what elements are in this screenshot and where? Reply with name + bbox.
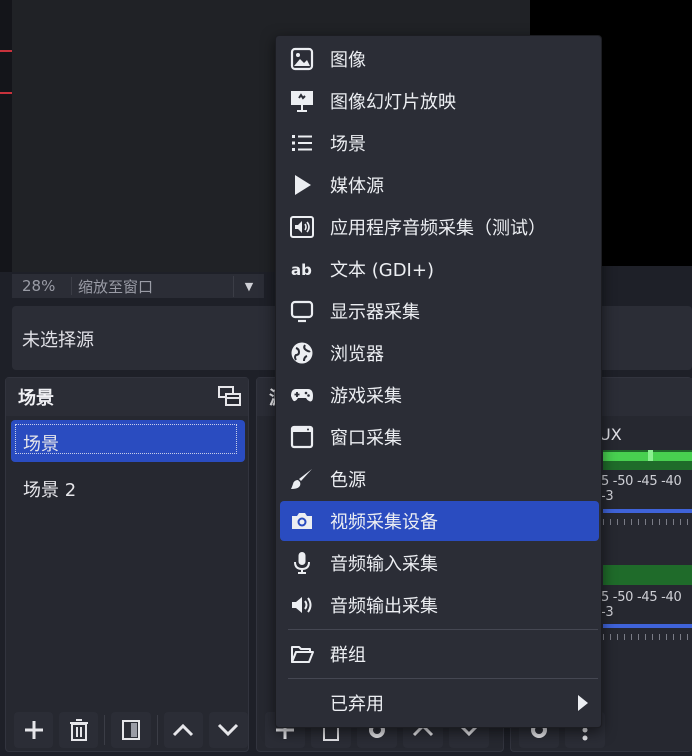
slideshow-icon bbox=[291, 91, 313, 112]
menu-item-label: 应用程序音频采集（测试） bbox=[330, 218, 546, 239]
menu-item-audio-input-capture[interactable]: 音频输入采集 bbox=[280, 543, 599, 583]
volume-slider[interactable] bbox=[603, 509, 692, 513]
preview-zoom-bar: 28% 缩放至窗口 ▼ bbox=[12, 274, 264, 298]
menu-item-label: 已弃用 bbox=[330, 694, 384, 715]
scene-item-label: 场景 2 bbox=[23, 480, 77, 501]
menu-item-audio-output-capture[interactable]: 音频输出采集 bbox=[280, 585, 599, 625]
brush-icon bbox=[291, 469, 312, 489]
globe-icon bbox=[291, 342, 313, 364]
chevron-down-icon bbox=[218, 723, 239, 737]
meter-scale: 5 -50 -45 -40 -3 bbox=[601, 474, 682, 504]
chevron-up-icon bbox=[173, 723, 194, 737]
monitor-icon bbox=[290, 300, 314, 323]
move-scene-down-button[interactable] bbox=[208, 712, 248, 748]
trash-icon bbox=[69, 719, 88, 741]
menu-item-display-capture[interactable]: 显示器采集 bbox=[280, 291, 599, 331]
microphone-icon bbox=[294, 552, 310, 574]
menu-item-label: 窗口采集 bbox=[330, 428, 402, 449]
menu-item-label: 群组 bbox=[330, 645, 366, 666]
image-icon bbox=[290, 47, 314, 71]
scenes-dock: 场景 场景 场景 2 bbox=[5, 377, 249, 752]
move-scene-up-button[interactable] bbox=[163, 712, 203, 748]
menu-item-label: 文本 (GDI+) bbox=[330, 260, 434, 281]
gamepad-icon bbox=[291, 389, 313, 402]
zoom-fit-label[interactable]: 缩放至窗口 bbox=[72, 275, 234, 297]
volume-meter bbox=[603, 565, 692, 585]
menu-item-label: 浏览器 bbox=[330, 344, 384, 365]
menu-separator bbox=[288, 678, 598, 679]
menu-item-label: 媒体源 bbox=[330, 176, 384, 197]
mixer-track-label: UX bbox=[599, 425, 622, 444]
menu-item-label: 显示器采集 bbox=[330, 302, 420, 323]
zoom-percent: 28% bbox=[12, 277, 72, 295]
menu-item-label: 音频输出采集 bbox=[330, 596, 438, 617]
menu-item-group[interactable]: 群组 bbox=[280, 634, 599, 674]
add-scene-button[interactable] bbox=[14, 712, 54, 748]
menu-item-video-capture-device[interactable]: 视频采集设备 bbox=[280, 501, 599, 541]
menu-item-app-audio-capture[interactable]: 应用程序音频采集（测试） bbox=[280, 207, 599, 247]
menu-item-browser[interactable]: 浏览器 bbox=[280, 333, 599, 373]
menu-item-game-capture[interactable]: 游戏采集 bbox=[280, 375, 599, 415]
menu-item-scene[interactable]: 场景 bbox=[280, 123, 599, 163]
menu-item-label: 游戏采集 bbox=[330, 386, 402, 407]
chevron-right-icon bbox=[578, 695, 588, 711]
zoom-dropdown-icon[interactable]: ▼ bbox=[234, 280, 264, 293]
remove-scene-button[interactable] bbox=[59, 712, 99, 748]
menu-item-label: 场景 bbox=[330, 134, 366, 155]
volume-slider[interactable] bbox=[603, 624, 692, 628]
add-source-menu: 图像 图像幻灯片放映 场景 媒体源 应用程序音频采集（测试） ab 文本 (GD… bbox=[275, 35, 602, 728]
filter-icon bbox=[121, 720, 140, 740]
speaker-icon bbox=[292, 597, 312, 613]
menu-item-label: 音频输入采集 bbox=[330, 554, 438, 575]
play-icon bbox=[295, 175, 311, 195]
menu-item-color-source[interactable]: 色源 bbox=[280, 459, 599, 499]
menu-item-deprecated[interactable]: 已弃用 bbox=[280, 683, 599, 723]
meter-scale: 5 -50 -45 -40 -3 bbox=[601, 590, 682, 620]
app-audio-icon bbox=[290, 216, 314, 238]
menu-item-label: 视频采集设备 bbox=[330, 512, 438, 533]
menu-item-slideshow[interactable]: 图像幻灯片放映 bbox=[280, 81, 599, 121]
scenes-dock-title: 场景 bbox=[18, 388, 54, 409]
menu-item-text-gdi[interactable]: ab 文本 (GDI+) bbox=[280, 249, 599, 289]
text-icon: ab bbox=[291, 261, 312, 279]
svg-text:ab: ab bbox=[291, 261, 312, 279]
plus-icon bbox=[24, 721, 43, 739]
list-icon bbox=[292, 135, 312, 151]
menu-item-media-source[interactable]: 媒体源 bbox=[280, 165, 599, 205]
scene-list-item[interactable]: 场景 bbox=[11, 420, 245, 462]
camera-icon bbox=[292, 513, 312, 529]
slider-ticks bbox=[603, 634, 692, 640]
menu-item-image[interactable]: 图像 bbox=[280, 39, 599, 79]
scene-filters-button[interactable] bbox=[111, 712, 151, 748]
menu-item-label: 图像幻灯片放映 bbox=[330, 92, 456, 113]
menu-separator bbox=[288, 629, 598, 630]
window-icon bbox=[290, 425, 314, 449]
undock-icon[interactable] bbox=[218, 384, 242, 413]
scenes-toolbar bbox=[6, 709, 248, 751]
folder-icon bbox=[291, 646, 314, 663]
menu-item-label: 图像 bbox=[330, 50, 366, 71]
preview-left-edge bbox=[0, 0, 12, 272]
slider-ticks bbox=[603, 519, 692, 525]
volume-meter bbox=[603, 450, 692, 470]
scenes-dock-header: 场景 bbox=[6, 378, 248, 416]
menu-item-window-capture[interactable]: 窗口采集 bbox=[280, 417, 599, 457]
scene-list-item[interactable]: 场景 2 bbox=[11, 466, 245, 508]
no-source-label: 未选择源 bbox=[22, 330, 94, 351]
menu-item-label: 色源 bbox=[330, 470, 366, 491]
